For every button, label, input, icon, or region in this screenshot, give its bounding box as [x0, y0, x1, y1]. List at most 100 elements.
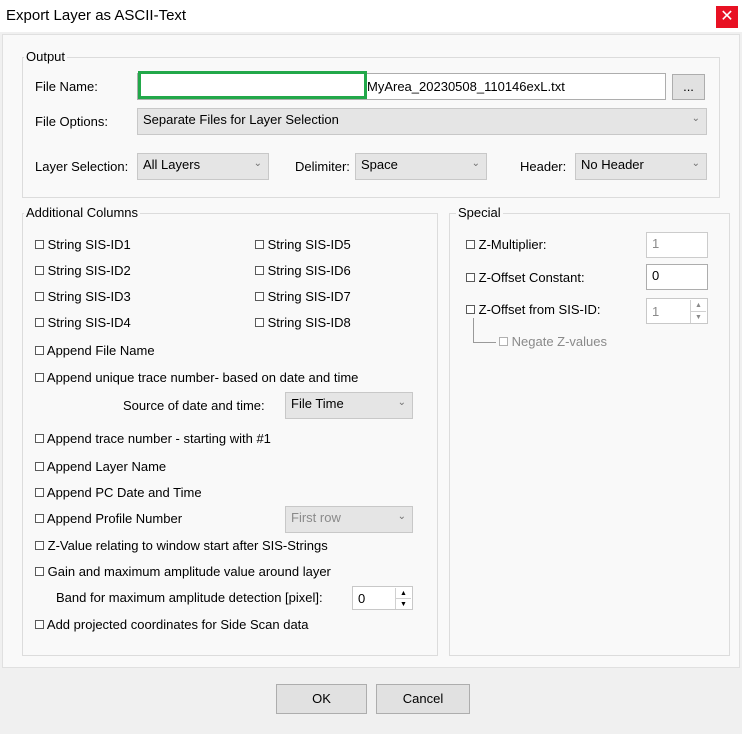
spin-buttons[interactable]: ▲ ▼ — [690, 300, 706, 323]
layer-selection-label: Layer Selection: — [35, 159, 129, 174]
header-select[interactable]: No Header ⌄ — [575, 153, 707, 180]
checkbox-box — [499, 337, 508, 346]
z-offset-sis-value: 1 — [652, 304, 660, 319]
checkbox-label: Z-Offset from SIS-ID: — [478, 302, 601, 317]
title-bar: Export Layer as ASCII-Text ✕ — [0, 0, 742, 32]
checkbox-label: String SIS-ID8 — [267, 315, 351, 330]
checkbox-label: Append PC Date and Time — [46, 485, 202, 500]
special-group-label: Special — [456, 205, 503, 220]
checkbox-sis-id1[interactable]: String SIS-ID1 — [35, 237, 131, 252]
checkbox-append-file-name[interactable]: Append File Name — [35, 343, 155, 358]
file-options-select[interactable]: Separate Files for Layer Selection ⌄ — [137, 108, 707, 135]
checkbox-box[interactable] — [35, 541, 44, 550]
chevron-down-icon: ⌄ — [397, 511, 406, 522]
checkbox-box[interactable] — [35, 488, 44, 497]
checkbox-gain-amplitude[interactable]: Gain and maximum amplitude value around … — [35, 564, 331, 579]
chevron-down-icon: ⌄ — [691, 113, 700, 124]
checkbox-append-trace-number[interactable]: Append trace number - starting with #1 — [35, 431, 271, 446]
checkbox-sis-id4[interactable]: String SIS-ID4 — [35, 315, 131, 330]
checkbox-label: Gain and maximum amplitude value around … — [47, 564, 331, 579]
checkbox-sis-id6[interactable]: String SIS-ID6 — [255, 263, 351, 278]
checkbox-box[interactable] — [466, 240, 475, 249]
cancel-button[interactable]: Cancel — [376, 684, 470, 714]
file-name-label: File Name: — [35, 79, 98, 94]
checkbox-sis-id7[interactable]: String SIS-ID7 — [255, 289, 351, 304]
chevron-down-icon: ⌄ — [471, 158, 480, 169]
checkbox-box[interactable] — [255, 266, 264, 275]
tree-connector — [473, 318, 496, 343]
file-options-label: File Options: — [35, 114, 108, 129]
checkbox-z-offset-constant[interactable]: Z-Offset Constant: — [466, 270, 585, 285]
checkbox-sis-id2[interactable]: String SIS-ID2 — [35, 263, 131, 278]
checkbox-append-layer-name[interactable]: Append Layer Name — [35, 459, 166, 474]
checkbox-box[interactable] — [35, 373, 44, 382]
browse-button[interactable]: ... — [672, 74, 705, 100]
checkbox-z-value-relating[interactable]: Z-Value relating to window start after S… — [35, 538, 328, 553]
checkbox-box[interactable] — [255, 240, 264, 249]
profile-number-select: First row ⌄ — [285, 506, 413, 533]
checkbox-box[interactable] — [35, 462, 44, 471]
spin-down-icon[interactable]: ▼ — [395, 598, 411, 609]
z-offset-sis-spinner[interactable]: 1 ▲ ▼ — [646, 298, 708, 324]
checkbox-box[interactable] — [35, 318, 44, 327]
checkbox-box[interactable] — [35, 567, 44, 576]
checkbox-label: String SIS-ID4 — [47, 315, 131, 330]
source-date-select[interactable]: File Time ⌄ — [285, 392, 413, 419]
ok-button[interactable]: OK — [276, 684, 367, 714]
checkbox-label: Z-Value relating to window start after S… — [47, 538, 328, 553]
z-offset-constant-input[interactable]: 0 — [646, 264, 708, 290]
layer-selection-select[interactable]: All Layers ⌄ — [137, 153, 269, 180]
checkbox-label: Z-Multiplier: — [478, 237, 547, 252]
output-group-label: Output — [24, 49, 68, 64]
checkbox-label: String SIS-ID3 — [47, 289, 131, 304]
delimiter-value: Space — [361, 157, 398, 172]
checkbox-box[interactable] — [35, 292, 44, 301]
file-name-value: MyArea_20230508_110146exL.txt — [367, 79, 565, 94]
spin-down-icon[interactable]: ▼ — [690, 311, 706, 323]
checkbox-box[interactable] — [35, 434, 44, 443]
z-multiplier-input[interactable]: 1 — [646, 232, 708, 258]
checkbox-z-multiplier[interactable]: Z-Multiplier: — [466, 237, 547, 252]
checkbox-sis-id3[interactable]: String SIS-ID3 — [35, 289, 131, 304]
checkbox-add-projected[interactable]: Add projected coordinates for Side Scan … — [35, 617, 309, 632]
redaction-box — [138, 71, 367, 99]
checkbox-label: String SIS-ID2 — [47, 263, 131, 278]
checkbox-label: Append unique trace number- based on dat… — [46, 370, 359, 385]
source-date-label: Source of date and time: — [123, 398, 265, 413]
checkbox-label: Negate Z-values — [511, 334, 608, 349]
checkbox-sis-id8[interactable]: String SIS-ID8 — [255, 315, 351, 330]
checkbox-box[interactable] — [466, 273, 475, 282]
checkbox-sis-id5[interactable]: String SIS-ID5 — [255, 237, 351, 252]
checkbox-box[interactable] — [255, 318, 264, 327]
spin-up-icon[interactable]: ▲ — [395, 588, 411, 598]
window-title: Export Layer as ASCII-Text — [6, 7, 187, 24]
checkbox-label: Z-Offset Constant: — [478, 270, 585, 285]
profile-number-value: First row — [291, 510, 341, 525]
checkbox-box[interactable] — [35, 240, 44, 249]
checkbox-box[interactable] — [35, 346, 44, 355]
checkbox-label: String SIS-ID6 — [267, 263, 351, 278]
band-spinner[interactable]: 0 ▲ ▼ — [352, 586, 413, 610]
delimiter-select[interactable]: Space ⌄ — [355, 153, 487, 180]
checkbox-z-offset-sis[interactable]: Z-Offset from SIS-ID: — [466, 302, 600, 317]
spin-buttons[interactable]: ▲ ▼ — [395, 588, 411, 609]
checkbox-box[interactable] — [35, 514, 44, 523]
source-date-value: File Time — [291, 396, 344, 411]
checkbox-box[interactable] — [35, 266, 44, 275]
checkbox-label: Append Profile Number — [46, 511, 183, 526]
z-offset-constant-value: 0 — [652, 268, 660, 283]
checkbox-box[interactable] — [35, 620, 44, 629]
spin-up-icon[interactable]: ▲ — [690, 300, 706, 311]
checkbox-append-pc-date[interactable]: Append PC Date and Time — [35, 485, 202, 500]
band-label: Band for maximum amplitude detection [pi… — [56, 590, 323, 605]
checkbox-label: Add projected coordinates for Side Scan … — [46, 617, 309, 632]
checkbox-append-profile-number[interactable]: Append Profile Number — [35, 511, 182, 526]
checkbox-box[interactable] — [466, 305, 475, 314]
checkbox-label: String SIS-ID7 — [267, 289, 351, 304]
checkbox-label: Append trace number - starting with #1 — [46, 431, 271, 446]
checkbox-label: String SIS-ID1 — [47, 237, 131, 252]
close-button[interactable]: ✕ — [716, 6, 738, 28]
checkbox-append-unique-trace[interactable]: Append unique trace number- based on dat… — [35, 370, 358, 385]
layer-selection-value: All Layers — [143, 157, 201, 172]
checkbox-box[interactable] — [255, 292, 264, 301]
